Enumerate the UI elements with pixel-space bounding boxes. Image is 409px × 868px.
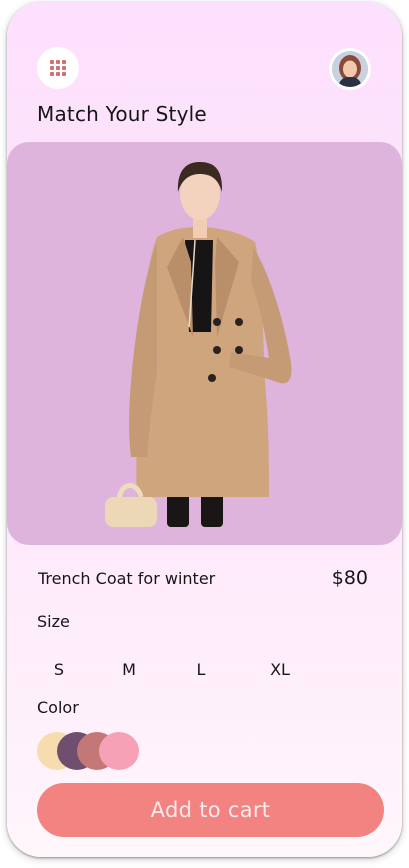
product-name: Trench Coat for winter (38, 569, 216, 588)
color-swatch-pink[interactable] (99, 732, 139, 770)
page-title: Match Your Style (37, 102, 207, 126)
menu-button[interactable] (37, 47, 79, 89)
model-in-coat-image (105, 162, 292, 527)
product-info: Trench Coat for winter $80 (38, 567, 368, 589)
grid-menu-icon (50, 60, 66, 76)
profile-avatar[interactable] (329, 48, 371, 90)
color-label: Color (37, 698, 79, 717)
size-option-m[interactable]: M (122, 660, 136, 679)
size-option-s[interactable]: S (54, 660, 64, 679)
size-option-l[interactable]: L (197, 660, 206, 679)
size-label: Size (37, 612, 70, 631)
avatar-portrait-image (332, 51, 368, 87)
app-screen: Match Your Style Trench Coat for winter … (7, 2, 402, 857)
add-to-cart-button[interactable]: Add to cart (37, 783, 384, 837)
product-price: $80 (331, 567, 368, 589)
size-options: S M L XL (7, 660, 402, 684)
product-image (7, 142, 402, 545)
size-option-xl[interactable]: XL (270, 660, 290, 679)
color-options (37, 732, 147, 772)
